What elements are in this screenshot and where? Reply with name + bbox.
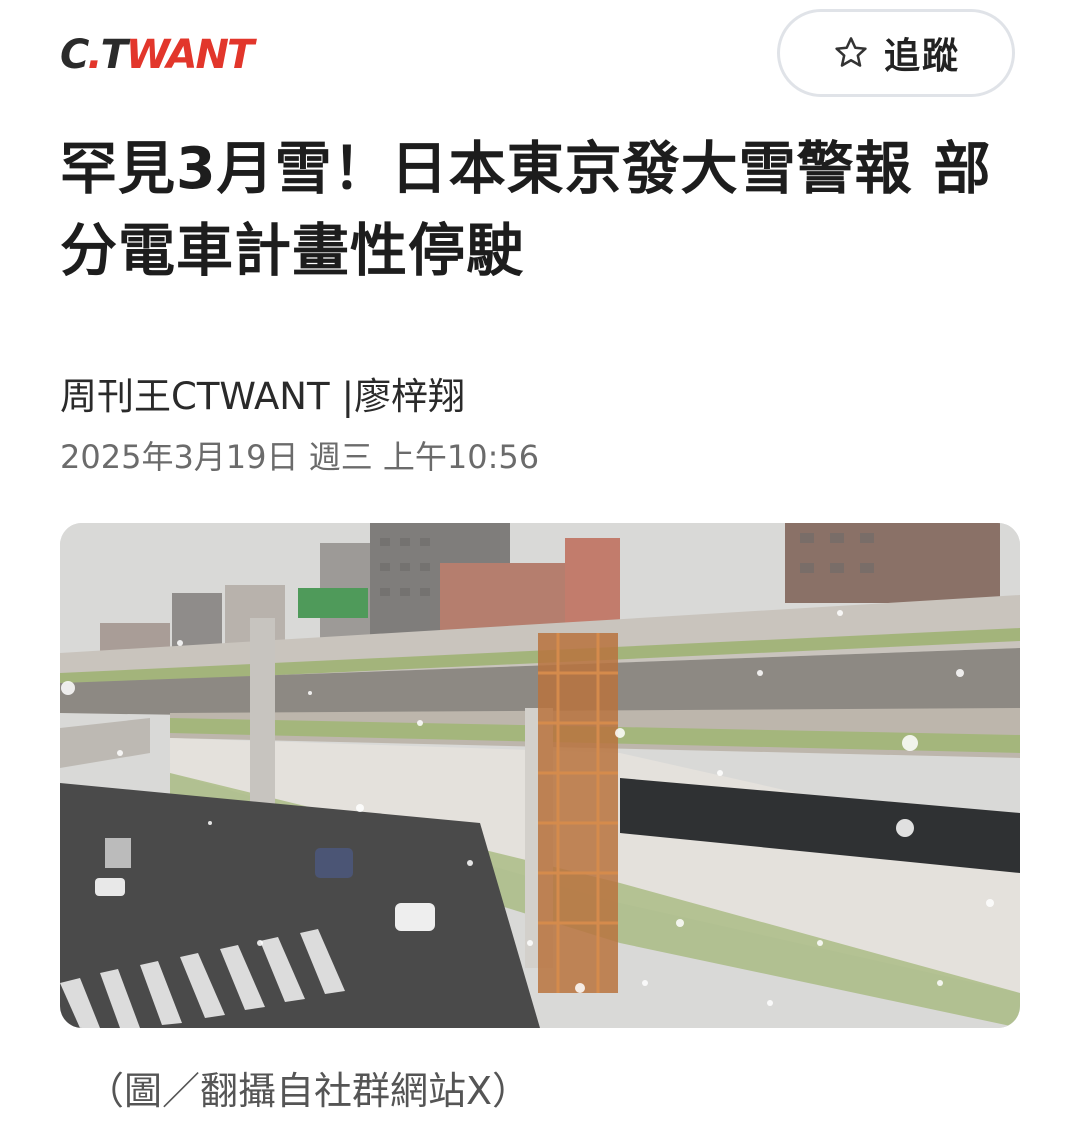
publish-timestamp: 2025年3月19日 週三 上午10:56 <box>60 438 540 476</box>
byline-author[interactable]: 廖梓翔 <box>354 375 465 418</box>
ctwant-logo[interactable]: C.TWANT <box>60 35 254 75</box>
follow-button[interactable]: 追蹤 <box>777 9 1015 97</box>
article-title: 罕見3月雪！日本東京發大雪警報 部分電車計畫性停駛 <box>60 136 992 284</box>
logo-dot: . <box>87 32 102 78</box>
image-caption: （圖／翻攝自社群網站X） <box>86 1069 531 1113</box>
article-image[interactable] <box>60 523 1020 1028</box>
byline-separator: | <box>341 375 355 418</box>
snow-highway-photo <box>60 523 1020 1028</box>
logo-letter: T <box>100 32 128 78</box>
byline: 周刊王CTWANT |廖梓翔 <box>60 372 465 422</box>
byline-source[interactable]: 周刊王CTWANT <box>60 375 330 418</box>
follow-label: 追蹤 <box>883 36 960 77</box>
logo-letters: WANT <box>125 32 254 78</box>
logo-letter: C <box>60 32 89 78</box>
star-outline-icon <box>835 37 867 67</box>
